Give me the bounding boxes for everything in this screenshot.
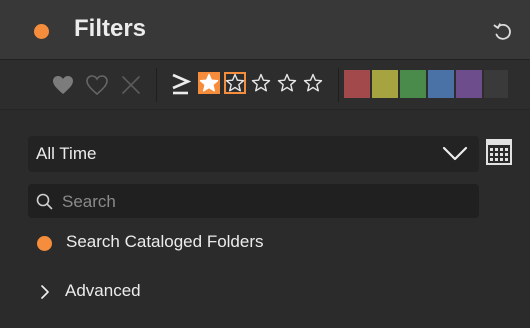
search-input[interactable] (60, 188, 476, 216)
rating-star-5[interactable] (302, 72, 324, 94)
filters-panel: Filters All Time Search Search Cataloged… (0, 0, 530, 328)
rating-star-3[interactable] (250, 72, 272, 94)
option-label: Search Cataloged Folders (66, 232, 264, 251)
toolbar-divider (156, 68, 157, 102)
filter-toolbar (0, 60, 530, 110)
search-field[interactable] (28, 184, 479, 218)
date-filter-value: All Time (36, 144, 97, 163)
close-icon[interactable] (118, 72, 144, 98)
advanced-section-toggle[interactable]: Advanced (28, 277, 328, 307)
color-label-swatch[interactable] (428, 70, 454, 98)
advanced-label: Advanced (65, 281, 141, 300)
search-icon (36, 193, 53, 215)
chevron-right-icon (40, 284, 50, 305)
color-label-swatch[interactable] (456, 70, 482, 98)
calendar-icon[interactable] (485, 138, 513, 166)
color-label-swatch[interactable] (484, 70, 508, 98)
filters-header: Filters (0, 0, 530, 60)
date-filter-select[interactable]: All Time (28, 136, 479, 172)
color-label-swatch[interactable] (400, 70, 426, 98)
toolbar-divider (338, 68, 339, 102)
heart-outline-icon[interactable] (84, 72, 110, 98)
panel-title: Filters (74, 15, 147, 42)
color-label-swatch[interactable] (344, 70, 370, 98)
search-cataloged-folders-option[interactable]: Search Cataloged Folders (28, 228, 479, 258)
heart-filled-icon[interactable] (50, 72, 76, 98)
greater-or-equal-icon[interactable] (168, 70, 194, 96)
rating-star-4[interactable] (276, 72, 298, 94)
reset-icon[interactable] (492, 21, 514, 43)
color-label-swatch[interactable] (372, 70, 398, 98)
status-dot (34, 24, 49, 39)
rating-star-1[interactable] (198, 72, 220, 94)
chevron-down-icon[interactable] (442, 145, 468, 168)
rating-star-2[interactable] (224, 72, 246, 94)
option-indicator-dot (37, 236, 52, 251)
